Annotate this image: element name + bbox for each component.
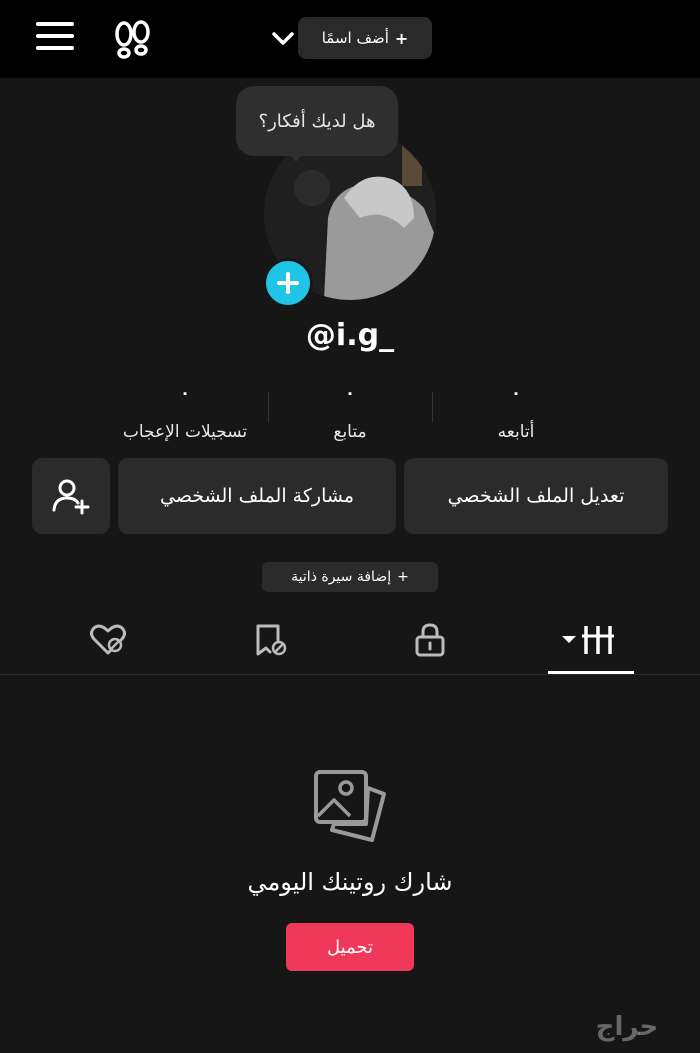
top-bar: أضف اسمًا + bbox=[0, 0, 700, 78]
chevron-down-icon[interactable] bbox=[270, 28, 296, 50]
stat-followers-value: ٠ bbox=[345, 383, 355, 402]
stat-likes-value: ٠ bbox=[180, 383, 190, 402]
add-user-icon bbox=[52, 479, 90, 515]
stat-followers[interactable]: ٠ متابع bbox=[290, 380, 410, 442]
plus-icon bbox=[277, 272, 299, 294]
add-name-label: أضف اسمًا bbox=[321, 29, 389, 47]
stat-likes[interactable]: ٠ تسجيلات الإعجاب bbox=[100, 380, 270, 442]
upload-label: تحميل bbox=[326, 936, 374, 958]
tagged-video-icon bbox=[256, 624, 287, 656]
add-photo-button[interactable] bbox=[263, 258, 313, 308]
stat-following-label: أتابعه bbox=[497, 422, 535, 442]
tab-videos[interactable] bbox=[546, 606, 634, 674]
thought-bubble[interactable]: هل لديك أفكار؟ bbox=[236, 86, 398, 156]
upload-button[interactable]: تحميل bbox=[286, 923, 414, 971]
stat-following[interactable]: ٠ أتابعه bbox=[456, 380, 576, 442]
tab-private[interactable] bbox=[386, 606, 474, 674]
content-tabs bbox=[0, 606, 700, 675]
stat-likes-label: تسجيلات الإعجاب bbox=[122, 422, 248, 442]
tab-liked[interactable] bbox=[64, 606, 152, 674]
footprints-icon[interactable] bbox=[112, 20, 154, 60]
lock-icon bbox=[415, 623, 445, 657]
edit-profile-label: تعديل الملف الشخصي bbox=[447, 485, 625, 507]
add-bio-button[interactable]: إضافة سيرة ذاتية + bbox=[262, 562, 438, 592]
add-name-button[interactable]: أضف اسمًا + bbox=[298, 17, 432, 59]
thought-bubble-text: هل لديك أفكار؟ bbox=[258, 110, 376, 132]
plus-icon: + bbox=[394, 28, 409, 48]
grid-icon bbox=[562, 626, 614, 654]
photos-icon bbox=[310, 766, 390, 846]
liked-icon bbox=[90, 624, 126, 655]
divider bbox=[268, 392, 269, 422]
username: @i.g_ bbox=[305, 318, 395, 353]
thought-bubble-tail bbox=[286, 150, 306, 162]
share-profile-button[interactable]: مشاركة الملف الشخصي bbox=[118, 458, 396, 534]
add-friend-button[interactable] bbox=[32, 458, 110, 534]
share-profile-label: مشاركة الملف الشخصي bbox=[159, 485, 354, 507]
tab-tagged[interactable] bbox=[228, 606, 316, 674]
add-bio-label: إضافة سيرة ذاتية bbox=[291, 569, 392, 585]
menu-icon[interactable] bbox=[36, 22, 74, 56]
stat-following-value: ٠ bbox=[511, 383, 521, 402]
stat-followers-label: متابع bbox=[333, 422, 367, 442]
divider bbox=[432, 392, 433, 422]
active-tab-indicator bbox=[548, 671, 634, 674]
plus-icon: + bbox=[397, 569, 409, 585]
watermark: حراج bbox=[595, 1012, 659, 1042]
edit-profile-button[interactable]: تعديل الملف الشخصي bbox=[404, 458, 668, 534]
empty-state-message: شارك روتينك اليومي bbox=[247, 868, 453, 896]
